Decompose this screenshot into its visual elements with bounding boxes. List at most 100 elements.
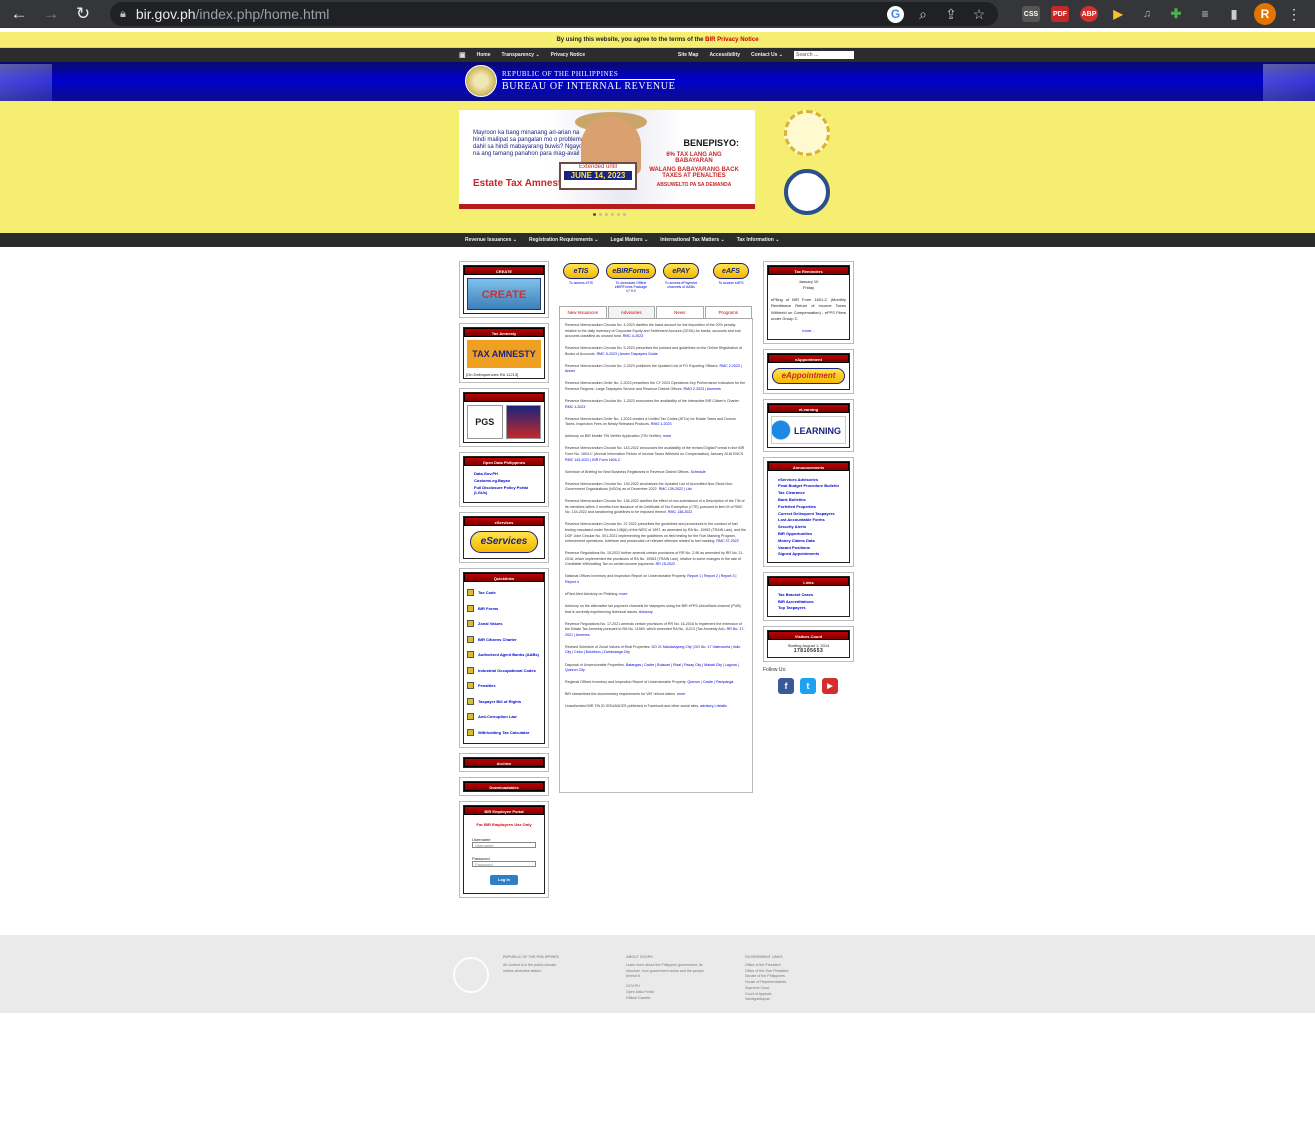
reload-icon[interactable]: ↻: [72, 4, 94, 24]
estate-tax-amnesty-slide[interactable]: Mayroon ka bang minanang ari-arian na hi…: [459, 110, 755, 209]
advisory-link[interactable]: RR 15-2022: [656, 562, 675, 566]
quicklink-item[interactable]: Taxpayer Bill of Rights: [467, 694, 541, 710]
advisory-link[interactable]: Quezon | Cavite | Pampanga: [687, 680, 733, 684]
elearning-image[interactable]: LEARNING: [771, 415, 846, 444]
quicklink-item[interactable]: Penalties: [467, 678, 541, 694]
announcement-link[interactable]: Final Budget Procedure Bulletin: [778, 483, 845, 488]
quicklink-item[interactable]: Anti-Corruption Law: [467, 709, 541, 725]
slider-dot[interactable]: [611, 213, 614, 216]
advisory-link[interactable]: Schedule: [691, 470, 706, 474]
announcement-link[interactable]: Forfeited Properties: [778, 504, 845, 509]
slider-dot[interactable]: [605, 213, 608, 216]
link-tax-bracket[interactable]: Tax Bracket Cases: [778, 592, 845, 597]
username-field[interactable]: Username: [472, 842, 536, 848]
css-extension-icon[interactable]: CSS: [1022, 6, 1040, 22]
menu-kebab-icon[interactable]: ⋮: [1287, 6, 1301, 23]
advisory-link[interactable]: RMC 4-2023: [623, 334, 643, 338]
link-data-gov-ph[interactable]: Data.Gov.PH: [474, 471, 540, 476]
pdf-extension-icon[interactable]: PDF: [1051, 6, 1069, 22]
nav-contact-us[interactable]: Contact Us ⌄: [751, 52, 783, 58]
downloadables-header[interactable]: Downloadables: [464, 782, 544, 791]
announcement-link[interactable]: Correct Delinquent Taxpayers: [778, 511, 845, 516]
footer-link-sandiganbayan[interactable]: Sandiganbayan: [745, 997, 815, 1003]
adblock-icon[interactable]: ABP: [1080, 6, 1098, 22]
announcement-link[interactable]: Vacant Positions: [778, 545, 845, 550]
nav-home[interactable]: Home: [477, 52, 491, 58]
announcement-link[interactable]: Lost Accountable Forms: [778, 517, 845, 522]
search-input[interactable]: Search ...: [794, 51, 854, 59]
govph-logo-icon[interactable]: ▣: [459, 51, 466, 59]
advisory-link[interactable]: more: [677, 692, 685, 696]
play-extension-icon[interactable]: ▶: [1109, 6, 1127, 22]
advisory-link[interactable]: RMC 5-2023 | Annex Taxpayers Guide: [597, 352, 658, 356]
slider-dot[interactable]: [617, 213, 620, 216]
link-top-taxpayers[interactable]: Top Taxpayers: [778, 605, 845, 610]
password-field[interactable]: Password: [472, 861, 536, 867]
foi-badge[interactable]: [784, 169, 830, 215]
reminder-more-link[interactable]: more...: [771, 328, 846, 334]
twitter-icon[interactable]: t: [800, 678, 816, 695]
advisory-link[interactable]: Advisory: [639, 610, 653, 614]
advisory-link[interactable]: RMO 1-2023: [651, 422, 672, 426]
quicklink-item[interactable]: Zonal Values: [467, 616, 541, 632]
etis-link[interactable]: eTIS To access eTIS: [563, 263, 599, 304]
tab-news[interactable]: News: [656, 306, 704, 318]
rfp-logo[interactable]: [505, 405, 541, 439]
advisory-link[interactable]: RMO 2-2023 | Annexes: [684, 387, 721, 391]
nav-registration-requirements[interactable]: Registration Requirements ⌄: [529, 237, 598, 243]
url-text[interactable]: bir.gov.ph/index.php/home.html: [136, 6, 877, 22]
google-icon[interactable]: G: [887, 5, 904, 23]
link-full-disclosure[interactable]: Full Disclosure Policy Portal (LGUs): [474, 485, 540, 495]
pgs-logo[interactable]: PGS: [467, 405, 503, 439]
slider-dot[interactable]: [623, 213, 626, 216]
share-icon[interactable]: ⇪: [942, 6, 960, 23]
nav-site-map[interactable]: Site Map: [678, 52, 699, 58]
back-icon[interactable]: ←: [8, 4, 30, 24]
announcement-link[interactable]: Signed Appointments: [778, 551, 845, 556]
announcement-link[interactable]: eServices Advisories: [778, 477, 845, 482]
tab-new-issuances[interactable]: New Issuances: [559, 306, 607, 318]
announcement-link[interactable]: Tax Clearance: [778, 490, 845, 495]
link-customs-bayan[interactable]: Customs.eg.Bayan: [474, 478, 540, 483]
nav-tax-information[interactable]: Tax Information ⌄: [737, 237, 780, 243]
announcement-link[interactable]: Bank Bulletins: [778, 497, 845, 502]
quicklink-item[interactable]: Industrial Occupational Codes: [467, 663, 541, 679]
advisory-link[interactable]: RMC 139-2022 | List: [659, 487, 692, 491]
nav-revenue-issuances[interactable]: Revenue Issuances ⌄: [465, 237, 517, 243]
create-banner-image[interactable]: CREATE: [467, 278, 541, 310]
audio-extension-icon[interactable]: ♫: [1138, 6, 1156, 22]
nav-privacy-notice[interactable]: Privacy Notice: [551, 52, 585, 58]
advisory-link[interactable]: RMC 143-2022 | BIR Form 1604-C: [565, 458, 620, 462]
quicklink-item[interactable]: Withholding Tax Calculator: [467, 725, 541, 741]
facebook-icon[interactable]: f: [778, 678, 794, 695]
bir-seal-logo[interactable]: [465, 65, 497, 97]
eappointment-image[interactable]: eAppointment: [772, 367, 845, 384]
bookmark-star-icon[interactable]: ☆: [970, 6, 988, 23]
link-accreditations[interactable]: BIR Accreditations: [778, 599, 845, 604]
epay-link[interactable]: ePAY To access ePayment channels of AABs: [663, 263, 699, 304]
ebirforms-link[interactable]: eBIRForms To download Offline eBIRForms P…: [606, 263, 656, 304]
puzzle-extensions-icon[interactable]: ✚: [1167, 6, 1185, 22]
address-bar[interactable]: 🔒︎ bir.gov.ph/index.php/home.html G ⌕ ⇪ …: [110, 2, 998, 26]
announcement-link[interactable]: Security Alerts: [778, 524, 845, 529]
slider-dot[interactable]: [593, 213, 596, 216]
youtube-icon[interactable]: ▶: [822, 678, 838, 695]
privacy-notice-link[interactable]: BIR Privacy Notice: [705, 37, 758, 43]
tax-amnesty-image[interactable]: TAX AMNESTY: [467, 340, 541, 368]
advisory-link[interactable]: RMC 138-2022: [668, 510, 692, 514]
slider-dot[interactable]: [599, 213, 602, 216]
media-control-icon[interactable]: ≡: [1196, 6, 1214, 22]
advisory-link[interactable]: RMC 1-2023: [565, 405, 585, 409]
login-button[interactable]: Log In: [490, 875, 518, 885]
side-panel-icon[interactable]: ▮: [1225, 6, 1243, 22]
footer-link-gazette[interactable]: Official Gazette: [626, 996, 708, 1002]
archive-header[interactable]: Archive: [464, 758, 544, 767]
eservices-image[interactable]: eServices: [470, 531, 538, 553]
advisory-link[interactable]: more: [663, 434, 671, 438]
nav-accessibility[interactable]: Accessibility: [709, 52, 740, 58]
tab-programs[interactable]: Programs: [704, 306, 752, 318]
tab-advisories[interactable]: Advisories: [607, 306, 655, 318]
nav-transparency[interactable]: Transparency ⌄: [502, 52, 540, 58]
quicklink-item[interactable]: Authorized Agent Banks (AABs): [467, 647, 541, 663]
transparency-seal-badge[interactable]: [784, 110, 830, 156]
